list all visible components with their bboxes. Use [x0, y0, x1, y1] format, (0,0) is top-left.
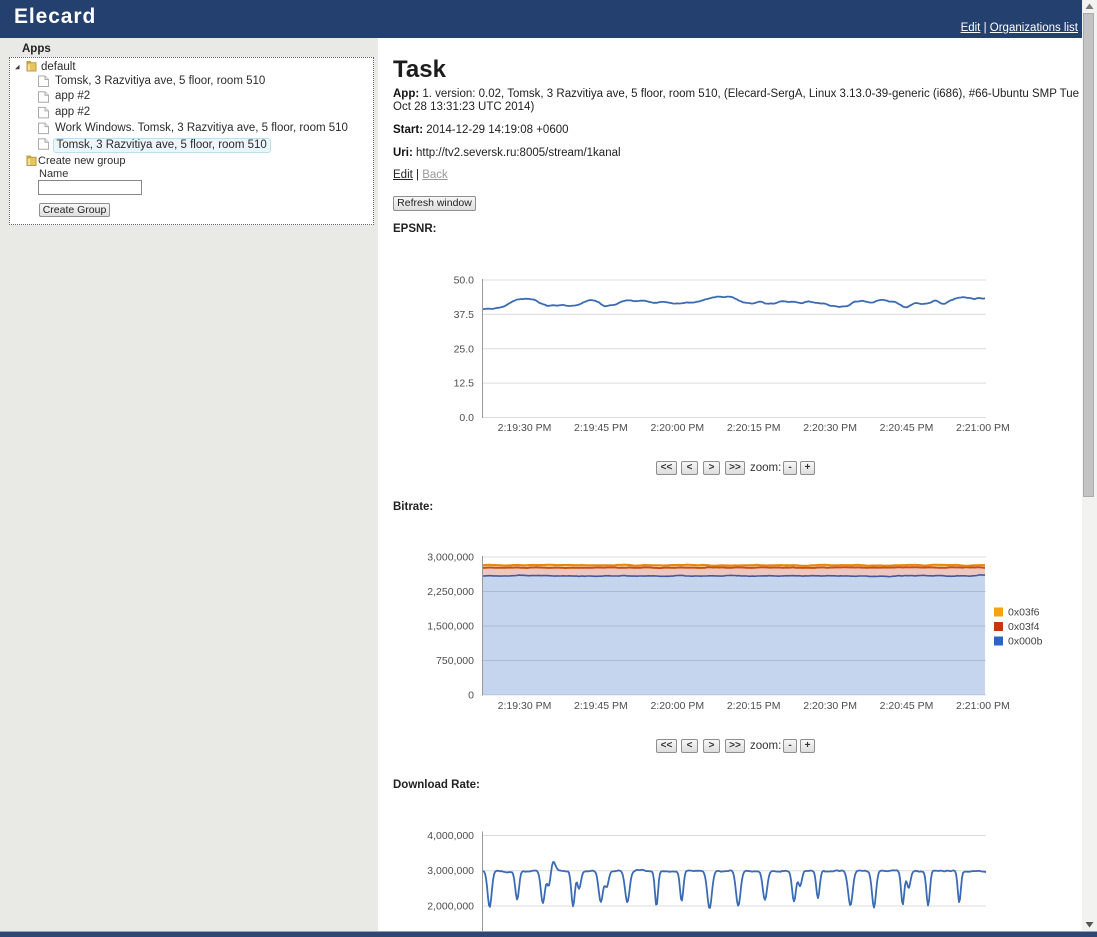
svg-text:2:20:30 PM: 2:20:30 PM: [803, 700, 857, 712]
svg-text:0x03f6: 0x03f6: [1008, 607, 1040, 619]
svg-text:50.0: 50.0: [454, 275, 475, 287]
svg-text:2:19:30 PM: 2:19:30 PM: [498, 700, 552, 712]
svg-text:2:19:45 PM: 2:19:45 PM: [574, 422, 628, 434]
svg-text:0x03f4: 0x03f4: [1008, 621, 1040, 633]
svg-text:2:20:00 PM: 2:20:00 PM: [650, 422, 704, 434]
svg-text:37.5: 37.5: [454, 309, 475, 321]
svg-text:3,000,000: 3,000,000: [427, 552, 474, 564]
svg-text:2:21:00 PM: 2:21:00 PM: [956, 422, 1010, 434]
svg-text:3,000,000: 3,000,000: [427, 865, 474, 877]
svg-text:2:20:00 PM: 2:20:00 PM: [650, 700, 704, 712]
svg-text:2:20:30 PM: 2:20:30 PM: [803, 422, 857, 434]
svg-text:2:20:15 PM: 2:20:15 PM: [727, 700, 781, 712]
svg-text:2:20:45 PM: 2:20:45 PM: [880, 700, 934, 712]
svg-text:0.0: 0.0: [459, 412, 474, 424]
svg-text:0x000b: 0x000b: [1008, 636, 1043, 648]
svg-text:2:20:45 PM: 2:20:45 PM: [880, 422, 934, 434]
svg-text:2:19:45 PM: 2:19:45 PM: [574, 700, 628, 712]
svg-text:2:20:15 PM: 2:20:15 PM: [727, 422, 781, 434]
svg-text:2,000,000: 2,000,000: [427, 901, 474, 913]
svg-text:2,250,000: 2,250,000: [427, 586, 474, 598]
svg-text:2:19:30 PM: 2:19:30 PM: [498, 422, 552, 434]
svg-text:4,000,000: 4,000,000: [427, 830, 474, 842]
svg-text:25.0: 25.0: [454, 343, 475, 355]
svg-text:0: 0: [468, 690, 474, 702]
svg-text:2:21:00 PM: 2:21:00 PM: [956, 700, 1010, 712]
svg-text:1,500,000: 1,500,000: [427, 621, 474, 633]
svg-text:750,000: 750,000: [436, 655, 474, 667]
svg-text:12.5: 12.5: [454, 378, 475, 390]
